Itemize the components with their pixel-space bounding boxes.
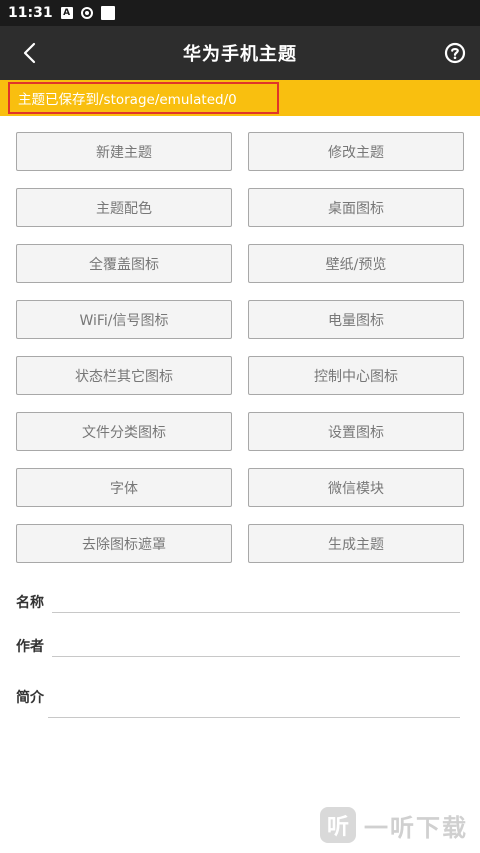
function-button-grid: 新建主题 修改主题 主题配色 桌面图标 全覆盖图标 壁纸/预览 WiFi/信号图…	[16, 132, 464, 563]
watermark-logo-icon: 听	[320, 807, 356, 843]
battery-icons-button[interactable]: 电量图标	[248, 300, 464, 339]
remove-icon-mask-button[interactable]: 去除图标遮罩	[16, 524, 232, 563]
notification-a-icon: A	[60, 7, 73, 19]
name-label: 名称	[16, 595, 44, 611]
page-title: 华为手机主题	[183, 44, 297, 65]
intro-input[interactable]	[50, 690, 460, 716]
settings-icons-button[interactable]: 设置图标	[248, 412, 464, 451]
full-cover-icons-button[interactable]: 全覆盖图标	[16, 244, 232, 283]
help-button[interactable]	[442, 40, 468, 66]
saved-banner: 主题已保存到/storage/emulated/0	[0, 80, 480, 116]
wifi-signal-icons-button[interactable]: WiFi/信号图标	[16, 300, 232, 339]
saved-path-highlight: 主题已保存到/storage/emulated/0	[8, 82, 279, 114]
author-input[interactable]	[54, 630, 460, 656]
help-icon	[444, 42, 466, 64]
name-input[interactable]	[54, 586, 460, 612]
desktop-icons-button[interactable]: 桌面图标	[248, 188, 464, 227]
intro-underline	[48, 717, 460, 718]
author-underline	[52, 656, 460, 657]
author-label: 作者	[16, 639, 44, 655]
square-notification-icon	[100, 6, 115, 20]
edit-theme-button[interactable]: 修改主题	[248, 132, 464, 171]
theme-color-button[interactable]: 主题配色	[16, 188, 232, 227]
generate-theme-button[interactable]: 生成主题	[248, 524, 464, 563]
status-bar-other-icons-button[interactable]: 状态栏其它图标	[16, 356, 232, 395]
back-arrow-icon	[23, 42, 36, 64]
font-button[interactable]: 字体	[16, 468, 232, 507]
watermark: 听 一听下载	[308, 805, 468, 845]
app-toolbar: 华为手机主题	[0, 26, 480, 80]
new-theme-button[interactable]: 新建主题	[16, 132, 232, 171]
file-category-icons-button[interactable]: 文件分类图标	[16, 412, 232, 451]
control-center-icons-button[interactable]: 控制中心图标	[248, 356, 464, 395]
shield-notification-icon	[80, 7, 93, 19]
name-underline	[52, 612, 460, 613]
status-time: 11:31	[8, 5, 53, 21]
saved-path-text: 主题已保存到/storage/emulated/0	[18, 92, 237, 108]
status-bar: 11:31 A	[0, 0, 480, 26]
back-button[interactable]	[12, 36, 46, 70]
wechat-module-button[interactable]: 微信模块	[248, 468, 464, 507]
wallpaper-preview-button[interactable]: 壁纸/预览	[248, 244, 464, 283]
watermark-text: 一听下载	[364, 813, 468, 842]
intro-label: 简介	[16, 690, 44, 706]
